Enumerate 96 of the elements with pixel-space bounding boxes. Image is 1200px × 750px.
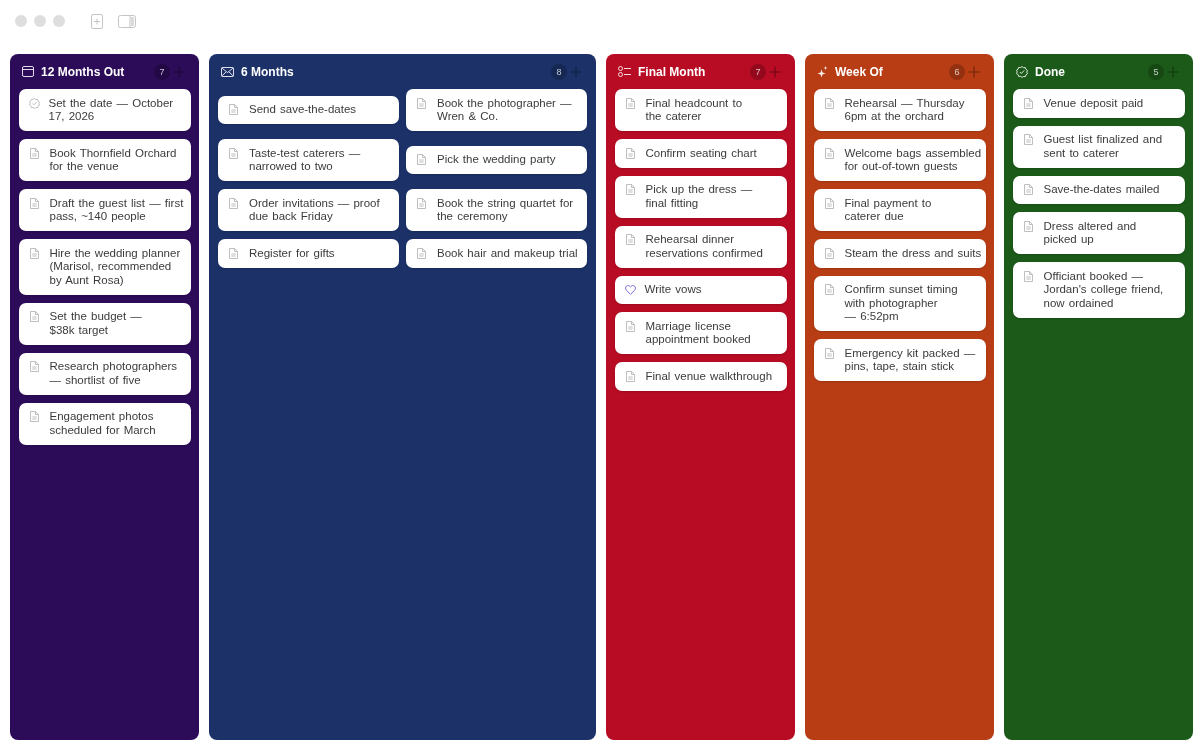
document-icon <box>625 184 635 195</box>
task-card[interactable]: Taste-test caterers — narrowed to two <box>218 139 399 181</box>
task-card[interactable]: Pick the wedding party <box>406 145 587 175</box>
document-icon <box>417 197 426 209</box>
document-icon <box>29 147 39 159</box>
task-card[interactable]: Final venue walkthrough <box>614 362 787 391</box>
document-icon <box>1023 270 1033 282</box>
task-card[interactable]: Book the photographer — Wren & Co. <box>406 89 587 131</box>
task-card[interactable]: Research photographers — shortlist of five <box>18 352 191 395</box>
task-card[interactable]: Confirm sunset timing with photographer — 6:52pm <box>813 275 986 331</box>
task-card[interactable]: Final headcount to the caterer <box>614 89 787 131</box>
column-title: Final Month <box>638 64 706 79</box>
document-icon <box>824 284 834 295</box>
document-icon <box>29 311 39 322</box>
add-icon <box>1167 65 1179 78</box>
document-icon <box>229 147 238 159</box>
column-title: Week Of <box>835 64 883 79</box>
heart-icon <box>624 285 636 295</box>
add-icon <box>769 65 781 78</box>
task-card[interactable]: Write vows <box>614 275 787 304</box>
window-minimize-button[interactable] <box>34 15 46 27</box>
task-card[interactable]: Rehearsal dinner reservations confirmed <box>614 225 787 268</box>
sparkle-icon <box>817 65 828 78</box>
check-badge-icon <box>28 97 40 109</box>
column-title: Done <box>1035 64 1065 79</box>
task-card[interactable]: Draft the guest list — first pass, ~140 people <box>18 189 191 231</box>
task-card[interactable]: Register for gifts <box>218 239 399 268</box>
document-icon <box>1023 97 1033 109</box>
task-card[interactable]: Guest list finalized and sent to caterer <box>1012 125 1185 168</box>
document-icon <box>417 247 426 259</box>
document-icon <box>824 147 834 159</box>
document-icon <box>625 234 635 245</box>
task-card[interactable]: Set the budget — $38k target <box>18 302 191 345</box>
new-note-icon[interactable] <box>91 13 103 29</box>
task-card[interactable]: Set the date — October 17, 2026 <box>18 89 191 131</box>
task-card[interactable]: Dress altered and picked up <box>1012 212 1185 254</box>
task-card[interactable]: Welcome bags assembled for out-of-town guests <box>813 139 986 181</box>
add-icon <box>968 65 980 78</box>
window-close-button[interactable] <box>15 15 27 27</box>
add-card-button[interactable] <box>570 65 582 78</box>
task-card[interactable]: Order invitations — proof due back Friday <box>218 189 399 231</box>
add-card-button[interactable] <box>173 65 185 78</box>
task-card[interactable]: Confirm seating chart <box>614 139 787 168</box>
document-icon <box>625 147 635 159</box>
document-icon <box>824 247 834 259</box>
document-icon <box>625 320 635 332</box>
column-title: 6 Months <box>241 64 294 79</box>
document-icon <box>417 97 426 109</box>
count-badge: 7 <box>750 63 766 80</box>
document-icon <box>1023 134 1033 145</box>
document-icon <box>29 197 39 209</box>
document-icon <box>625 370 635 382</box>
task-card[interactable]: Venue deposit paid <box>1012 89 1185 118</box>
task-card[interactable]: Book hair and makeup trial <box>406 239 587 268</box>
task-card[interactable]: Marriage license appointment booked <box>614 312 787 354</box>
window-zoom-button[interactable] <box>53 15 65 27</box>
task-card[interactable]: Officiant booked — Jordan's college friend, now ordained <box>1012 262 1185 318</box>
add-icon <box>173 65 185 78</box>
document-icon <box>824 97 834 109</box>
document-icon <box>417 154 426 166</box>
task-card[interactable]: Book Thornfield Orchard for the venue <box>18 139 191 181</box>
task-card[interactable]: Steam the dress and suits <box>813 239 986 268</box>
document-icon <box>1023 220 1033 232</box>
envelope-icon <box>221 66 234 77</box>
document-icon <box>625 97 635 109</box>
add-card-button[interactable] <box>1167 65 1179 78</box>
document-icon <box>29 361 39 372</box>
count-badge: 5 <box>1148 63 1164 80</box>
check-badge-icon <box>1016 65 1028 78</box>
task-card[interactable]: Rehearsal — Thursday 6pm at the orchard <box>813 89 986 131</box>
task-card[interactable]: Save-the-dates mailed <box>1012 175 1185 204</box>
task-card[interactable]: Final payment to caterer due <box>813 189 986 231</box>
add-card-button[interactable] <box>769 65 781 78</box>
count-badge: 7 <box>154 63 170 80</box>
task-card[interactable]: Hire the wedding planner (Marisol, recommended by Aunt Rosa) <box>18 239 191 295</box>
document-icon <box>29 247 39 259</box>
document-icon <box>229 197 238 209</box>
document-icon <box>229 247 238 259</box>
column-title: 12 Months Out <box>41 64 125 79</box>
document-icon <box>824 197 834 209</box>
document-icon <box>824 347 834 359</box>
add-icon <box>570 65 582 78</box>
count-badge: 6 <box>949 63 965 80</box>
task-card[interactable]: Book the string quartet for the ceremony <box>406 189 587 231</box>
sidebar-toggle-icon[interactable] <box>118 14 136 28</box>
calendar-icon <box>22 66 34 77</box>
task-card[interactable]: Emergency kit packed — pins, tape, stain stick <box>813 339 986 381</box>
task-card[interactable]: Pick up the dress — final fitting <box>614 175 787 218</box>
document-icon <box>29 411 39 422</box>
document-icon <box>229 104 238 116</box>
add-card-button[interactable] <box>968 65 980 78</box>
task-card[interactable]: Send save-the-dates <box>218 95 399 125</box>
task-card[interactable]: Engagement photos scheduled for March <box>18 402 191 445</box>
document-icon <box>1023 184 1033 195</box>
count-badge: 8 <box>551 63 567 80</box>
checklist-icon <box>618 66 631 77</box>
